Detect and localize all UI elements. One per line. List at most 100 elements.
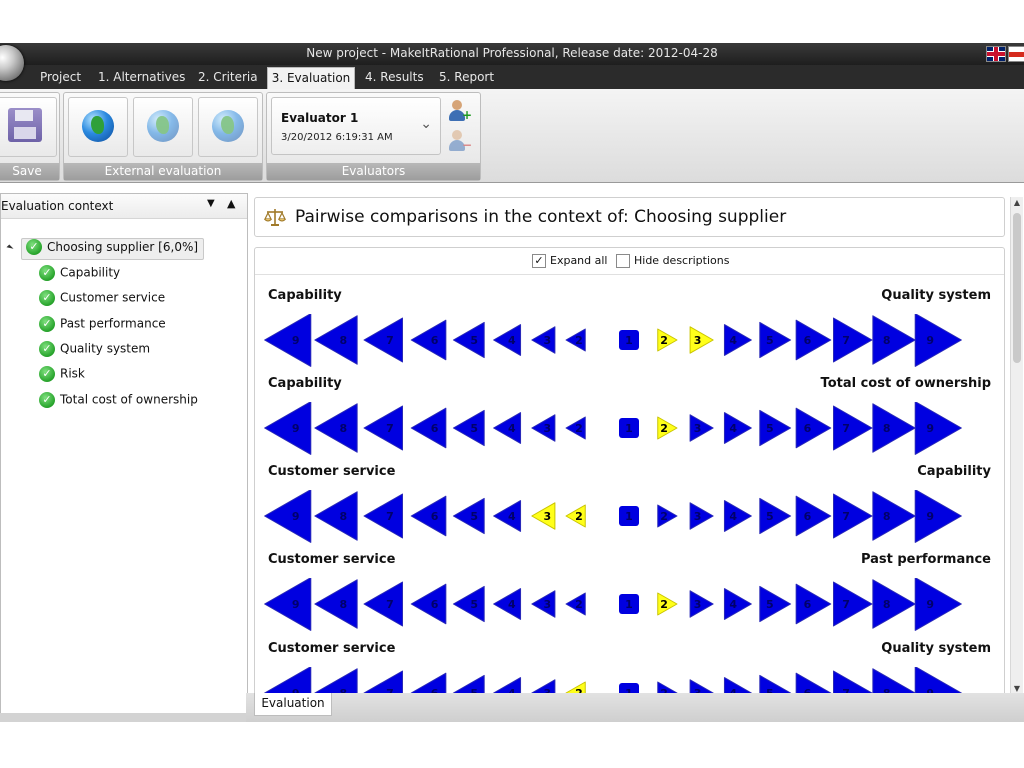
scale-arrow-right-7[interactable]: 7 — [833, 493, 873, 539]
menu-evaluation[interactable]: 3. Evaluation — [267, 67, 355, 90]
scale-arrow-right-9[interactable]: 9 — [914, 490, 962, 543]
hide-descriptions-checkbox[interactable] — [616, 254, 630, 268]
scale-arrow-right-8[interactable]: 8 — [872, 579, 916, 629]
scale-arrow-right-4[interactable]: 4 — [723, 500, 752, 532]
scale-arrow-right-4[interactable]: 4 — [723, 412, 752, 444]
add-evaluator-button[interactable]: + — [447, 97, 473, 123]
scale-arrow-left-5[interactable]: 5 — [452, 585, 485, 623]
scale-arrow-left-3[interactable]: 3 — [531, 590, 556, 618]
tree-expand-icon[interactable] — [6, 244, 14, 252]
scale-arrow-left-4[interactable]: 4 — [493, 588, 522, 620]
scale-arrow-left-5[interactable]: 5 — [452, 321, 485, 359]
scale-arrow-left-8[interactable]: 8 — [314, 315, 358, 365]
remove-evaluator-button[interactable]: − — [447, 127, 473, 153]
import-evaluation-button[interactable] — [133, 97, 193, 157]
expand-all-checkbox[interactable]: ✓ — [532, 254, 546, 268]
scale-arrow-left-6[interactable]: 6 — [410, 495, 447, 537]
scale-arrow-right-5[interactable]: 5 — [759, 321, 792, 359]
scale-arrow-right-3[interactable]: 3 — [689, 326, 714, 354]
tree-item-capability[interactable]: ✓ Capability — [39, 262, 120, 282]
scale-arrow-right-6[interactable]: 6 — [795, 407, 832, 449]
scale-arrow-left-3[interactable]: 3 — [531, 502, 556, 530]
vertical-scrollbar[interactable]: ▲ ▼ — [1010, 197, 1023, 695]
scale-equal-1[interactable]: 1 — [619, 506, 639, 526]
scale-equal-1[interactable]: 1 — [619, 594, 639, 614]
scale-arrow-right-2[interactable]: 2 — [657, 592, 678, 616]
scale-arrow-right-7[interactable]: 7 — [833, 581, 873, 627]
scale-arrow-right-9[interactable]: 9 — [914, 402, 962, 455]
scale-equal-1[interactable]: 1 — [619, 330, 639, 350]
scale-arrow-right-2[interactable]: 2 — [657, 504, 678, 528]
scale-arrow-left-6[interactable]: 6 — [410, 583, 447, 625]
language-flag-icon[interactable] — [1008, 46, 1024, 62]
scale-arrow-left-6[interactable]: 6 — [410, 319, 447, 361]
pin-icon[interactable]: ▲ — [227, 197, 235, 210]
scale-arrow-right-7[interactable]: 7 — [833, 317, 873, 363]
scale-arrow-left-8[interactable]: 8 — [314, 491, 358, 541]
scale-arrow-left-9[interactable]: 9 — [264, 578, 312, 631]
scale-arrow-right-7[interactable]: 7 — [833, 405, 873, 451]
scroll-thumb[interactable] — [1013, 213, 1021, 363]
menu-alternatives[interactable]: 1. Alternatives — [98, 70, 185, 84]
scale-arrow-right-8[interactable]: 8 — [872, 491, 916, 541]
scale-arrow-right-6[interactable]: 6 — [795, 583, 832, 625]
tab-evaluation[interactable]: Evaluation — [254, 693, 332, 716]
tree-item-customer-service[interactable]: ✓ Customer service — [39, 287, 165, 307]
expand-all-label[interactable]: Expand all — [550, 254, 608, 267]
scale-arrow-left-8[interactable]: 8 — [314, 579, 358, 629]
scale-arrow-left-4[interactable]: 4 — [493, 412, 522, 444]
english-flag-icon[interactable] — [986, 46, 1006, 62]
menu-project[interactable]: Project — [40, 70, 81, 84]
scale-arrow-right-8[interactable]: 8 — [872, 315, 916, 365]
menu-report[interactable]: 5. Report — [439, 70, 494, 84]
evaluator-dropdown[interactable]: Evaluator 1 3/20/2012 6:19:31 AM ⌄ — [271, 97, 441, 155]
scale-arrow-right-9[interactable]: 9 — [914, 314, 962, 367]
scale-arrow-right-3[interactable]: 3 — [689, 414, 714, 442]
scale-arrow-right-3[interactable]: 3 — [689, 590, 714, 618]
tree-item-past-performance[interactable]: ✓ Past performance — [39, 313, 166, 333]
scale-arrow-right-6[interactable]: 6 — [795, 319, 832, 361]
scale-arrow-left-7[interactable]: 7 — [363, 317, 403, 363]
scale-arrow-left-3[interactable]: 3 — [531, 414, 556, 442]
menu-criteria[interactable]: 2. Criteria — [198, 70, 258, 84]
scale-arrow-right-5[interactable]: 5 — [759, 585, 792, 623]
tree-item-risk[interactable]: ✓ Risk — [39, 363, 85, 383]
save-button[interactable] — [0, 97, 57, 157]
scale-arrow-right-4[interactable]: 4 — [723, 588, 752, 620]
sync-evaluation-button[interactable] — [198, 97, 258, 157]
scale-arrow-left-8[interactable]: 8 — [314, 403, 358, 453]
scale-arrow-right-9[interactable]: 9 — [914, 578, 962, 631]
tree-item-quality-system[interactable]: ✓ Quality system — [39, 338, 150, 358]
scale-arrow-left-7[interactable]: 7 — [363, 581, 403, 627]
scale-arrow-left-2[interactable]: 2 — [565, 328, 586, 352]
scale-arrow-left-4[interactable]: 4 — [493, 500, 522, 532]
scale-arrow-right-4[interactable]: 4 — [723, 324, 752, 356]
scale-arrow-right-2[interactable]: 2 — [657, 328, 678, 352]
scroll-up-icon[interactable]: ▲ — [1011, 197, 1023, 209]
scale-arrow-left-7[interactable]: 7 — [363, 405, 403, 451]
scale-arrow-right-8[interactable]: 8 — [872, 403, 916, 453]
tree-root-item[interactable]: ✓ Choosing supplier [6,0%] — [21, 238, 205, 260]
scale-arrow-left-4[interactable]: 4 — [493, 324, 522, 356]
scale-arrow-left-3[interactable]: 3 — [531, 326, 556, 354]
menu-results[interactable]: 4. Results — [365, 70, 424, 84]
tree-item-total-cost[interactable]: ✓ Total cost of ownership — [39, 389, 198, 409]
scale-arrow-left-9[interactable]: 9 — [264, 402, 312, 455]
scale-arrow-right-6[interactable]: 6 — [795, 495, 832, 537]
panel-dropdown-icon[interactable]: ▼ — [207, 198, 215, 209]
hide-descriptions-label[interactable]: Hide descriptions — [634, 254, 729, 267]
scale-arrow-right-5[interactable]: 5 — [759, 497, 792, 535]
scale-arrow-right-5[interactable]: 5 — [759, 409, 792, 447]
scale-arrow-left-9[interactable]: 9 — [264, 314, 312, 367]
scale-arrow-left-7[interactable]: 7 — [363, 493, 403, 539]
scale-equal-1[interactable]: 1 — [619, 418, 639, 438]
scale-arrow-left-2[interactable]: 2 — [565, 504, 586, 528]
scale-arrow-left-5[interactable]: 5 — [452, 409, 485, 447]
scale-arrow-left-2[interactable]: 2 — [565, 416, 586, 440]
scale-arrow-right-3[interactable]: 3 — [689, 502, 714, 530]
scale-arrow-left-2[interactable]: 2 — [565, 592, 586, 616]
scale-arrow-left-5[interactable]: 5 — [452, 497, 485, 535]
scale-arrow-left-6[interactable]: 6 — [410, 407, 447, 449]
export-evaluation-button[interactable] — [68, 97, 128, 157]
scale-arrow-right-2[interactable]: 2 — [657, 416, 678, 440]
